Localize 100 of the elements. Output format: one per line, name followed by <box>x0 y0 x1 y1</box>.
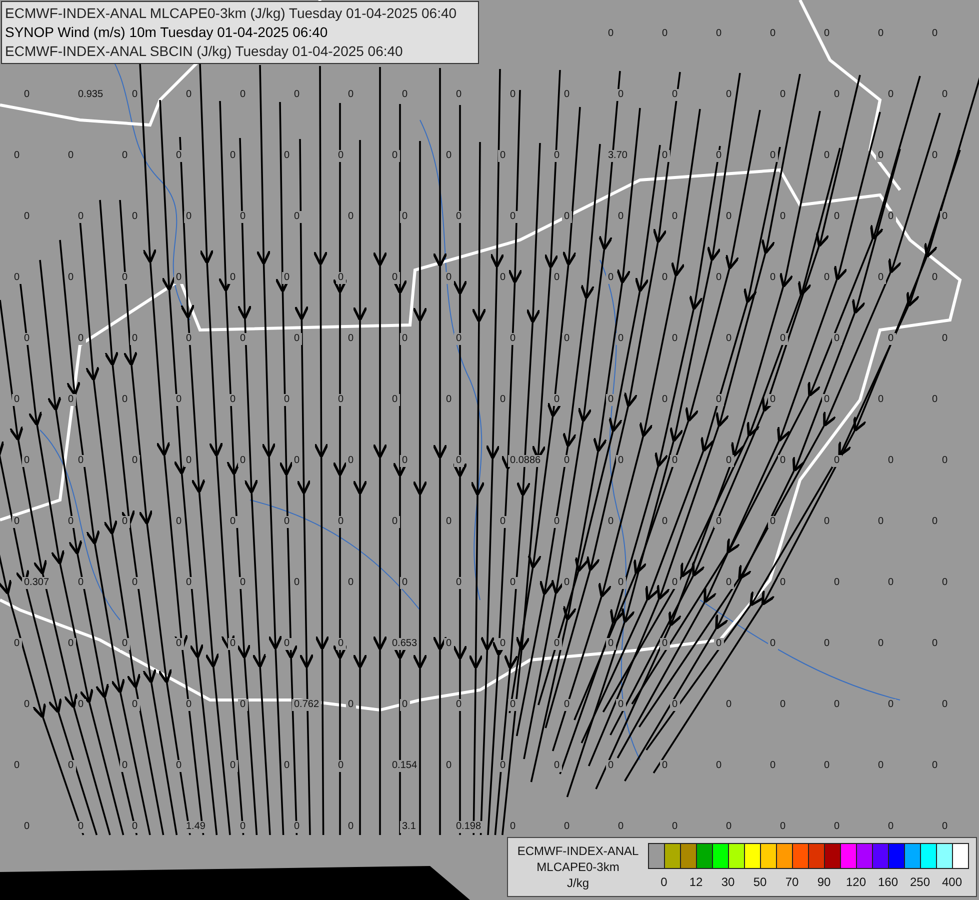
station-value: 0 <box>562 211 572 223</box>
station-value: 0 <box>238 821 248 833</box>
station-value: 0 <box>606 760 616 772</box>
station-value: 0 <box>130 821 140 833</box>
station-value: 0 <box>876 272 886 284</box>
station-value: 0 <box>876 150 886 162</box>
station-value: 0 <box>228 394 238 406</box>
station-value: 0 <box>660 150 670 162</box>
station-value: 0 <box>292 455 302 467</box>
station-value: 3.70 <box>606 150 630 162</box>
station-value: 0 <box>336 272 346 284</box>
station-value: 0 <box>228 638 238 650</box>
station-value: 0.0886 <box>508 455 543 467</box>
station-value: 0 <box>292 333 302 345</box>
station-value: 3.1 <box>400 821 418 833</box>
station-value: 0 <box>228 516 238 528</box>
station-value: 0 <box>130 699 140 711</box>
station-value: 0 <box>66 394 76 406</box>
station-value: 0 <box>616 699 626 711</box>
station-value: 0 <box>562 699 572 711</box>
station-value: 0 <box>336 638 346 650</box>
station-value: 0 <box>768 516 778 528</box>
legend-title: ECMWF-INDEX-ANAL <box>517 843 639 859</box>
layer-title: ECMWF-INDEX-ANAL SBCIN (J/kg) Tuesday 01-04-2025 06:40 <box>5 42 404 61</box>
station-value: 0 <box>768 394 778 406</box>
station-value: 0 <box>714 394 724 406</box>
station-value: 0 <box>292 211 302 223</box>
legend-tick: 120 <box>846 875 866 889</box>
legend-title: J/kg <box>566 875 589 891</box>
station-value: 0 <box>552 516 562 528</box>
station-value: 0 <box>390 394 400 406</box>
station-value: 0 <box>76 211 86 223</box>
station-value: 0 <box>76 455 86 467</box>
station-value: 0 <box>562 455 572 467</box>
legend-tick: 30 <box>721 875 735 889</box>
station-value: 0 <box>184 699 194 711</box>
station-value: 0 <box>120 516 130 528</box>
station-value: 0 <box>22 455 32 467</box>
station-value: 0 <box>282 516 292 528</box>
station-value: 0 <box>12 394 22 406</box>
station-value: 0 <box>454 333 464 345</box>
legend-title: MLCAPE0-3km <box>536 859 620 875</box>
legend-tick: 250 <box>910 875 930 889</box>
station-value: 0 <box>606 638 616 650</box>
station-value: 0.762 <box>292 699 322 711</box>
station-value: 0 <box>670 89 680 101</box>
station-value: 0 <box>12 516 22 528</box>
station-value: 0 <box>390 516 400 528</box>
legend-tick: 0 <box>660 875 668 889</box>
station-value: 0 <box>552 150 562 162</box>
station-value: 0 <box>552 638 562 650</box>
station-value: 0 <box>498 516 508 528</box>
station-value: 0 <box>886 333 896 345</box>
station-value: 0 <box>120 272 130 284</box>
station-value: 0 <box>498 638 508 650</box>
station-value: 0 <box>832 333 842 345</box>
station-value: 0 <box>616 333 626 345</box>
station-value: 0 <box>336 760 346 772</box>
station-value: 0 <box>238 577 248 589</box>
station-value: 0 <box>606 394 616 406</box>
station-value: 0 <box>498 760 508 772</box>
station-value: 0 <box>400 455 410 467</box>
station-value: 0 <box>76 333 86 345</box>
station-value: 0 <box>714 150 724 162</box>
station-value: 0 <box>670 577 680 589</box>
station-value: 0 <box>552 760 562 772</box>
station-value: 0.198 <box>454 821 484 833</box>
station-value: 0 <box>454 455 464 467</box>
station-value: 0 <box>184 577 194 589</box>
station-value: 0 <box>174 394 184 406</box>
station-value: 0 <box>400 699 410 711</box>
station-value: 0 <box>22 333 32 345</box>
station-value: 0 <box>508 333 518 345</box>
station-value: 0 <box>66 760 76 772</box>
station-value: 0 <box>184 333 194 345</box>
station-value: 0 <box>724 577 734 589</box>
station-value: 0 <box>238 455 248 467</box>
station-value: 0 <box>390 272 400 284</box>
station-value: 0 <box>714 516 724 528</box>
station-value: 0 <box>130 333 140 345</box>
station-value: 1.49 <box>184 821 208 833</box>
station-value: 0 <box>282 272 292 284</box>
station-value: 0 <box>346 699 356 711</box>
station-value: 0 <box>832 455 842 467</box>
station-value: 0 <box>336 150 346 162</box>
legend-tick: 12 <box>689 875 703 889</box>
station-value: 0 <box>454 211 464 223</box>
station-value: 0 <box>616 577 626 589</box>
station-value: 0.307 <box>22 577 52 589</box>
station-value: 0 <box>282 394 292 406</box>
legend-tick: 90 <box>817 875 831 889</box>
station-value: 0 <box>724 455 734 467</box>
station-value: 0 <box>336 394 346 406</box>
station-value: 0 <box>498 150 508 162</box>
legend-tick: 160 <box>878 875 898 889</box>
station-value: 0 <box>454 577 464 589</box>
station-value: 0 <box>238 211 248 223</box>
station-value: 0 <box>400 577 410 589</box>
station-value: 0.154 <box>390 760 420 772</box>
station-value: 0 <box>768 150 778 162</box>
